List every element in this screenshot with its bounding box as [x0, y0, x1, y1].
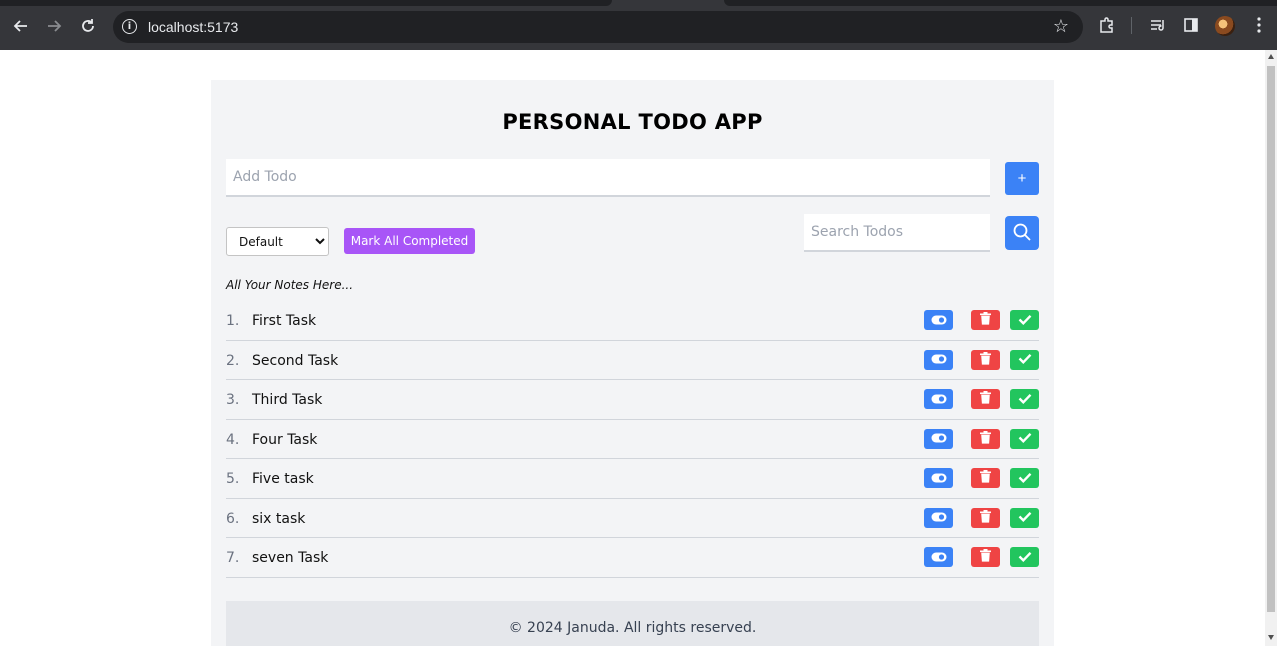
complete-button[interactable]	[1010, 547, 1039, 567]
complete-button[interactable]	[1010, 428, 1039, 449]
todo-number: 2.	[226, 352, 240, 369]
todo-list: 1. First Task 2. Second Task 3. Third Task 4. F…	[226, 301, 1039, 578]
delete-button[interactable]	[971, 349, 1000, 370]
toolbar-separator	[1131, 17, 1132, 34]
side-panel-icon[interactable]	[1181, 15, 1201, 35]
delete-button[interactable]	[971, 547, 1000, 567]
complete-button[interactable]	[1010, 349, 1039, 370]
toggle-button[interactable]	[924, 468, 953, 488]
avatar[interactable]	[1215, 16, 1235, 36]
trash-icon	[980, 549, 991, 565]
delete-button[interactable]	[971, 389, 1000, 409]
toggle-button[interactable]	[924, 428, 953, 449]
extensions-icon[interactable]	[1097, 15, 1117, 35]
todo-number: 5.	[226, 471, 240, 487]
toggle-icon	[931, 313, 947, 328]
todo-row: 7. seven Task	[226, 538, 1039, 578]
search-icon	[1012, 222, 1032, 245]
check-icon	[1018, 313, 1032, 328]
todo-row: 3. Third Task	[226, 380, 1039, 420]
search-button[interactable]	[1005, 216, 1039, 250]
info-icon[interactable]: i	[122, 19, 137, 34]
toggle-icon	[931, 352, 947, 367]
trash-icon	[980, 470, 991, 486]
url-text[interactable]: localhost:5173	[148, 19, 238, 35]
forward-icon[interactable]	[42, 14, 66, 38]
check-icon	[1018, 431, 1032, 446]
complete-button[interactable]	[1010, 389, 1039, 409]
reload-icon[interactable]	[76, 14, 100, 38]
delete-button[interactable]	[971, 310, 1000, 330]
tab-strip	[0, 0, 1277, 6]
todo-text: Five task	[252, 471, 314, 487]
todo-row: 6. six task	[226, 499, 1039, 538]
trash-icon	[980, 312, 991, 328]
todo-row: 4. Four Task	[226, 420, 1039, 459]
address-bar[interactable]: i localhost:5173 ☆	[113, 11, 1083, 43]
notes-label: All Your Notes Here...	[226, 278, 354, 292]
todo-text: Four Task	[252, 431, 318, 448]
delete-button[interactable]	[971, 468, 1000, 488]
filter-select[interactable]: Default	[226, 227, 329, 256]
footer: © 2024 Januda. All rights reserved.	[226, 601, 1039, 646]
trash-icon	[980, 391, 991, 407]
todo-text: six task	[252, 510, 306, 527]
todo-number: 7.	[226, 550, 240, 566]
back-icon[interactable]	[9, 14, 33, 38]
toggle-button[interactable]	[924, 507, 953, 528]
media-icon[interactable]	[1148, 15, 1168, 35]
page-scrollbar[interactable]	[1265, 50, 1277, 646]
check-icon	[1018, 392, 1032, 407]
complete-button[interactable]	[1010, 507, 1039, 528]
toggle-button[interactable]	[924, 349, 953, 370]
menu-icon[interactable]	[1249, 15, 1269, 35]
todo-number: 4.	[226, 431, 240, 448]
browser-toolbar: i localhost:5173 ☆	[0, 0, 1277, 50]
todo-app-card: PERSONAL TODO APP + Default Mark All Com…	[211, 80, 1054, 646]
check-icon	[1018, 510, 1032, 525]
toggle-icon	[931, 392, 947, 407]
todo-text: seven Task	[252, 550, 329, 566]
add-todo-button[interactable]: +	[1005, 162, 1039, 195]
check-icon	[1018, 471, 1032, 486]
footer-copyright: © 2024 Januda. All rights reserved.	[508, 620, 757, 636]
todo-text: Second Task	[252, 352, 339, 369]
todo-text: Third Task	[252, 392, 323, 408]
page-title: PERSONAL TODO APP	[502, 110, 763, 134]
scrollbar-thumb[interactable]	[1267, 66, 1275, 612]
add-todo-input[interactable]	[226, 159, 990, 197]
todo-text: First Task	[252, 313, 317, 329]
toggle-icon	[931, 550, 947, 565]
complete-button[interactable]	[1010, 468, 1039, 488]
tab-strip-left	[0, 0, 612, 6]
toggle-icon	[931, 510, 947, 525]
complete-button[interactable]	[1010, 310, 1039, 330]
todo-row: 2. Second Task	[226, 341, 1039, 380]
delete-button[interactable]	[971, 428, 1000, 449]
trash-icon	[980, 351, 991, 368]
todo-number: 3.	[226, 392, 240, 408]
toggle-button[interactable]	[924, 310, 953, 330]
toggle-icon	[931, 431, 947, 446]
check-icon	[1018, 352, 1032, 367]
scroll-down-icon[interactable]	[1268, 635, 1274, 640]
toggle-icon	[931, 471, 947, 486]
tab-strip-right	[724, 0, 1277, 6]
todo-number: 1.	[226, 313, 240, 329]
todo-row: 1. First Task	[226, 301, 1039, 341]
check-icon	[1018, 550, 1032, 565]
star-icon[interactable]: ☆	[1053, 16, 1069, 37]
todo-row: 5. Five task	[226, 459, 1039, 499]
toggle-button[interactable]	[924, 547, 953, 567]
trash-icon	[980, 509, 991, 526]
scroll-up-icon[interactable]	[1268, 54, 1274, 59]
toggle-button[interactable]	[924, 389, 953, 409]
delete-button[interactable]	[971, 507, 1000, 528]
todo-number: 6.	[226, 510, 240, 527]
search-input[interactable]	[804, 214, 990, 252]
trash-icon	[980, 430, 991, 447]
mark-all-completed-button[interactable]: Mark All Completed	[344, 228, 475, 254]
